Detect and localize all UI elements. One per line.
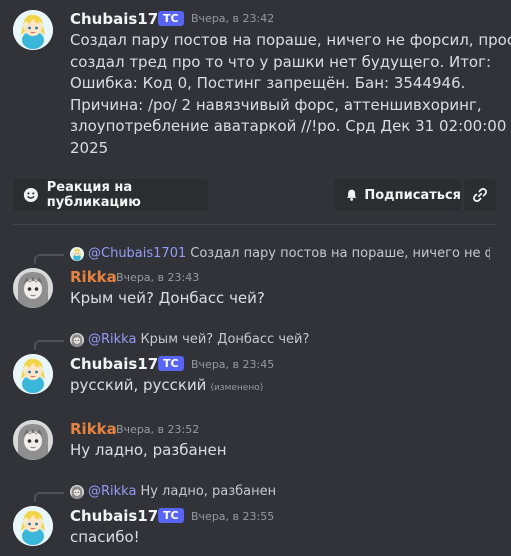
reply-text: Крым чей? Донбасс чей? <box>140 332 310 347</box>
op-badge: ТС <box>158 11 184 26</box>
message-text: русский, русский (изменено) <box>70 375 263 400</box>
message-text: Крым чей? Донбасс чей? <box>70 289 265 307</box>
reply-preview[interactable]: @Rikka Крым чей? Донбасс чей? <box>70 332 490 348</box>
post-body: Создал пару постов на пораше, ничего не … <box>70 30 511 159</box>
message-text-content: русский, русский <box>70 376 207 394</box>
smile-icon <box>23 187 38 203</box>
post-line: Создал пару постов на пораше, ничего не … <box>70 31 511 49</box>
reply-mention: @Rikka <box>88 484 137 499</box>
edited-label: (изменено) <box>210 383 264 393</box>
message-timestamp: Вчера, в 23:45 <box>191 358 275 371</box>
message-author[interactable]: Rikka <box>70 420 117 438</box>
reply-text: Создал пару постов на пораше, ничего не … <box>190 246 490 261</box>
post-line: 2025 <box>70 138 109 157</box>
op-badge: ТС <box>158 508 184 523</box>
message-text: спасибо! <box>70 528 140 546</box>
message-text: Ну ладно, разбанен <box>70 441 227 459</box>
reply-preview[interactable]: @Rikka Ну ладно, разбанен <box>70 484 490 500</box>
post-line: создал тред про то что у рашки нет будущ… <box>70 52 492 71</box>
post-timestamp: Вчера, в 23:42 <box>191 12 275 25</box>
reply-avatar <box>70 247 84 261</box>
reply-mention: @Chubais1701 <box>88 246 187 261</box>
reply-avatar <box>70 485 84 499</box>
message-timestamp: Вчера, в 23:52 <box>116 423 200 436</box>
reply-avatar <box>70 333 84 347</box>
post-line: злоупотребление аватаркой //!po. Срд Дек… <box>70 117 507 135</box>
reply-mention: @Rikka <box>88 332 137 347</box>
reply-connector <box>34 254 64 264</box>
avatar[interactable] <box>13 420 53 460</box>
reply-connector <box>34 492 64 502</box>
op-badge: ТС <box>158 356 184 371</box>
reply-connector <box>34 340 64 350</box>
post-line: Ошибка: Код 0, Постинг запрещён. Бан: 35… <box>70 74 466 92</box>
reply-text: Ну ладно, разбанен <box>140 484 277 499</box>
post-line: Причина: /po/ 2 навязчивый форс, аттенши… <box>70 95 482 114</box>
avatar[interactable] <box>13 354 53 394</box>
subscribe-button[interactable]: Подписаться <box>334 179 461 211</box>
avatar[interactable] <box>13 10 53 50</box>
bell-icon <box>346 189 357 201</box>
message-timestamp: Вчера, в 23:55 <box>191 510 275 523</box>
message-timestamp: Вчера, в 23:43 <box>116 271 200 284</box>
message-author[interactable]: Rikka <box>70 268 117 286</box>
add-reaction-button[interactable]: Реакция на публикацию <box>13 179 208 211</box>
add-reaction-label: Реакция на публикацию <box>46 180 141 210</box>
avatar[interactable] <box>13 506 53 546</box>
divider <box>12 224 496 225</box>
link-icon <box>473 188 487 202</box>
avatar[interactable] <box>13 268 53 308</box>
subscribe-label: Подписаться <box>364 187 461 203</box>
copy-link-button[interactable] <box>464 179 496 211</box>
reply-preview[interactable]: @Chubais1701 Создал пару постов на пораш… <box>70 246 490 262</box>
